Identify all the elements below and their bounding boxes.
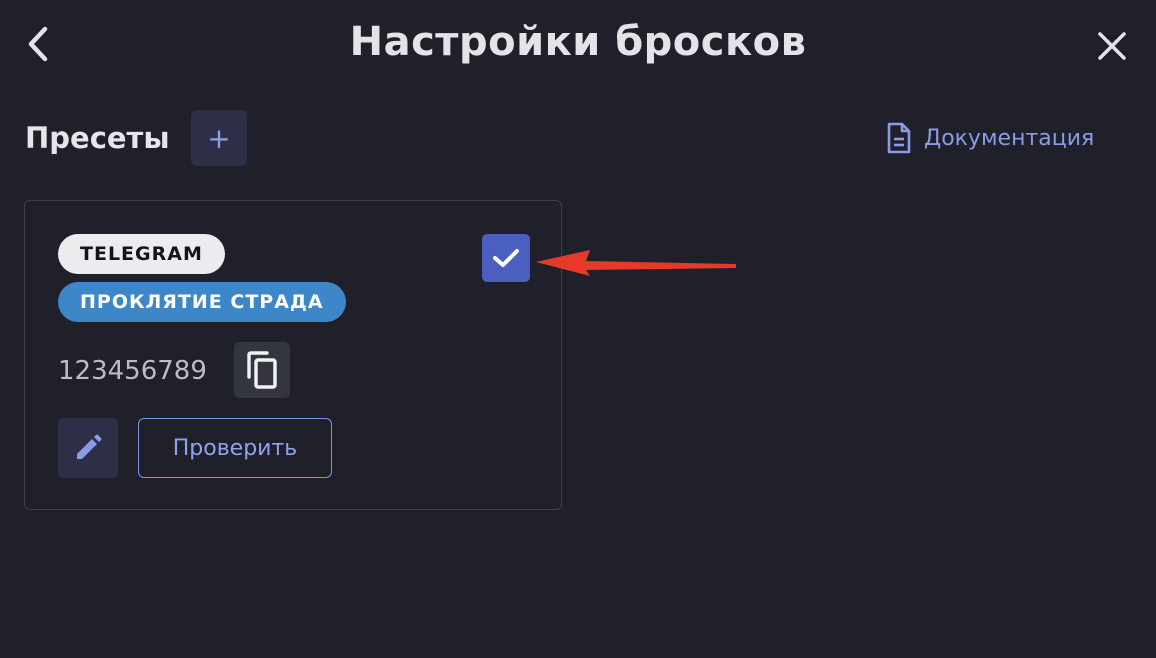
close-icon — [1098, 32, 1126, 60]
copy-id-button[interactable] — [234, 342, 290, 398]
annotation-arrow — [536, 250, 736, 276]
platform-tag: TELEGRAM — [58, 234, 225, 274]
preset-card: TELEGRAM ПРОКЛЯТИЕ СТРАДА 123456789 Пров… — [24, 200, 562, 510]
close-button[interactable] — [1092, 26, 1132, 66]
presets-heading: Пресеты — [25, 121, 170, 155]
documentation-link[interactable]: Документация — [886, 120, 1094, 156]
pencil-icon — [77, 434, 102, 459]
game-tag: ПРОКЛЯТИЕ СТРАДА — [58, 282, 346, 322]
page-title: Настройки бросков — [349, 19, 807, 65]
documentation-link-label: Документация — [924, 125, 1095, 151]
add-preset-button[interactable]: + — [191, 110, 247, 166]
copy-icon — [247, 351, 277, 389]
check-icon — [493, 249, 519, 267]
preset-id: 123456789 — [58, 356, 207, 386]
plus-icon: + — [207, 121, 231, 155]
document-icon — [887, 122, 911, 154]
check-preset-button[interactable]: Проверить — [138, 418, 332, 478]
edit-preset-button[interactable] — [58, 418, 118, 478]
preset-select-checkbox[interactable] — [482, 234, 530, 282]
